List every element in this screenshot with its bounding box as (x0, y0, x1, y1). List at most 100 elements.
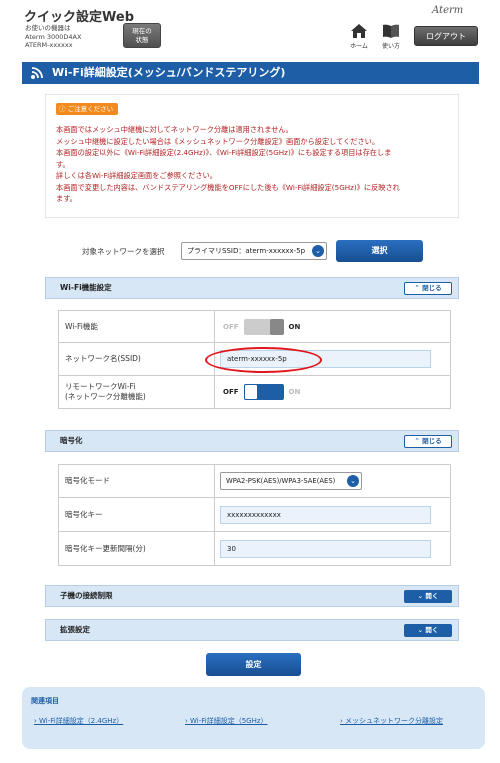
encryption-mode-selected: WPA2-PSK(AES)/WPA3-SAE(AES) (226, 477, 336, 485)
notice-line: 本画面で変更した内容は、バンドステアリング機能をOFFにした後も《Wi-Fi詳細… (56, 182, 400, 192)
warning-icon: ⓘ (59, 105, 66, 113)
advanced-section-header[interactable]: 拡張設定 ⌄ 開く (45, 619, 459, 641)
key-interval-value: 30 (215, 532, 450, 565)
switch-on-label: ON (288, 388, 301, 396)
remote-wifi-row: リモートワークWi-Fi (ネットワーク分離機能) OFF ON (59, 376, 450, 408)
wifi-icon (31, 67, 43, 79)
device-model: Aterm 3000D4AX (25, 32, 82, 41)
apply-button[interactable]: 設定 (206, 653, 301, 676)
related-links-box: 関連項目 › Wi-Fi詳細設定（2.4GHz） › Wi-Fi詳細設定（5GH… (22, 687, 485, 749)
notice-badge: ⓘ ご注意ください (56, 103, 119, 115)
key-interval-label: 暗号化キー更新間隔(分) (59, 532, 215, 565)
wifi-function-label: Wi-Fi機能 (59, 311, 215, 342)
logout-button[interactable]: ログアウト (414, 26, 478, 46)
home-button[interactable]: ホーム (348, 24, 370, 50)
manual-label: 使い方 (381, 43, 400, 50)
encryption-mode-value: WPA2-PSK(AES)/WPA3-SAE(AES) ⌄ (215, 465, 450, 497)
link-mesh-separation[interactable]: › メッシュネットワーク分離設定 (340, 716, 443, 726)
wifi-section-header[interactable]: Wi-Fi機能設定 ⌃ 閉じる (45, 277, 459, 299)
advanced-section-title: 拡張設定 (60, 625, 90, 634)
link-label: Wi-Fi詳細設定（2.4GHz） (39, 717, 124, 725)
encryption-mode-select[interactable]: WPA2-PSK(AES)/WPA3-SAE(AES) ⌄ (220, 472, 362, 490)
remote-wifi-label: リモートワークWi-Fi (ネットワーク分離機能) (59, 376, 215, 408)
collapse-label: 閉じる (422, 437, 442, 445)
switch-knob (243, 384, 258, 400)
network-select-label: 対象ネットワークを選択 (82, 247, 165, 256)
encryption-mode-label: 暗号化モード (59, 465, 215, 497)
key-interval-field[interactable]: 30 (220, 539, 431, 558)
expand-label: 開く (425, 592, 439, 600)
link-label: メッシュネットワーク分離設定 (345, 717, 444, 725)
home-label: ホーム (350, 43, 368, 50)
status-button-line1: 現在の (132, 27, 152, 35)
status-button-line2: 状態 (135, 36, 149, 44)
wifi-function-value: OFF ON (215, 311, 450, 342)
notice-box: ⓘ ご注意ください 本画面ではメッシュ中継機に対してネットワーク分離は適用されま… (45, 94, 459, 218)
encryption-key-label: 暗号化キー (59, 498, 215, 531)
notice-line: ます。 (56, 194, 77, 203)
switch-off-label: OFF (223, 388, 239, 396)
book-icon (383, 24, 399, 38)
app-title: クイック設定Web (24, 10, 134, 25)
expand-label: 開く (425, 626, 439, 634)
home-icon (351, 24, 367, 38)
chevron-up-icon: ⌃ (414, 284, 420, 292)
wifi-function-row: Wi-Fi機能 OFF ON (59, 311, 450, 343)
notice-badge-label: ご注意ください (67, 105, 114, 113)
network-select-value: プライマリSSID：aterm-xxxxxx-5p (187, 247, 306, 255)
collapse-label: 閉じる (422, 284, 442, 292)
notice-line: 本画面の設定以外に《Wi-Fi詳細設定(2.4GHz)》、《Wi-Fi詳細設定(… (56, 148, 392, 157)
chevron-down-icon: ⌄ (417, 592, 424, 600)
child-limit-section-title: 子機の接続制限 (60, 591, 113, 600)
switch-track (243, 318, 284, 335)
remote-wifi-label-line1: リモートワークWi-Fi (65, 382, 136, 391)
encryption-key-value: xxxxxxxxxxxxx (215, 498, 450, 531)
switch-knob (269, 318, 284, 335)
child-limit-section-header[interactable]: 子機の接続制限 ⌄ 開く (45, 585, 459, 607)
remote-wifi-switch[interactable]: OFF ON (223, 384, 300, 400)
page-title-bar: Wi-Fi詳細設定(メッシュ/バンドステアリング) (22, 62, 479, 84)
link-label: Wi-Fi詳細設定（5GHz） (190, 717, 268, 725)
child-limit-expand-button[interactable]: ⌄ 開く (404, 590, 452, 603)
link-wifi-24ghz[interactable]: › Wi-Fi詳細設定（2.4GHz） (34, 716, 123, 726)
notice-text: 本画面ではメッシュ中継機に対してネットワーク分離は適用されません。 メッシュ中継… (56, 124, 456, 205)
encryption-key-row: 暗号化キー xxxxxxxxxxxxx (59, 498, 450, 532)
manual-button[interactable]: 使い方 (378, 24, 404, 50)
link-wifi-5ghz[interactable]: › Wi-Fi詳細設定（5GHz） (185, 716, 268, 726)
encryption-settings-table: 暗号化モード WPA2-PSK(AES)/WPA3-SAE(AES) ⌄ 暗号化… (58, 464, 451, 566)
device-name: ATERM-xxxxxx (25, 41, 73, 49)
switch-off-label: OFF (223, 322, 239, 331)
page-title: Wi-Fi詳細設定(メッシュ/バンドステアリング) (52, 66, 286, 79)
notice-line: す。 (56, 159, 70, 169)
device-info-line: お使いの機器は (25, 24, 71, 32)
notice-line: 詳しくは各Wi-Fi詳細設定画面をご参照ください。 (56, 171, 217, 180)
switch-track (243, 384, 284, 400)
highlight-ellipse (205, 347, 322, 373)
encryption-section-title: 暗号化 (60, 436, 83, 445)
wifi-section-title: Wi-Fi機能設定 (60, 283, 112, 292)
header: クイック設定Web お使いの機器は Aterm 3000D4AX ATERM-x… (0, 0, 500, 58)
encryption-section-header[interactable]: 暗号化 ⌃ 閉じる (45, 430, 459, 452)
network-select[interactable]: プライマリSSID：aterm-xxxxxx-5p ⌄ (181, 242, 327, 260)
remote-wifi-value: OFF ON (215, 376, 450, 408)
wifi-section-collapse-button[interactable]: ⌃ 閉じる (404, 282, 452, 295)
current-status-button[interactable]: 現在の 状態 (123, 23, 161, 48)
chevron-down-icon: ⌄ (312, 245, 324, 257)
notice-line: メッシュ中継機に設定したい場合は《メッシュネットワーク分離設定》画面から設定して… (56, 136, 380, 146)
chevron-down-icon: ⌄ (347, 475, 359, 487)
encryption-mode-row: 暗号化モード WPA2-PSK(AES)/WPA3-SAE(AES) ⌄ (59, 465, 450, 498)
remote-wifi-label-line2: (ネットワーク分離機能) (65, 392, 146, 401)
advanced-expand-button[interactable]: ⌄ 開く (404, 624, 452, 637)
chevron-down-icon: ⌄ (417, 626, 424, 634)
key-interval-row: 暗号化キー更新間隔(分) 30 (59, 532, 450, 565)
encryption-key-field[interactable]: xxxxxxxxxxxxx (220, 505, 431, 524)
chevron-up-icon: ⌃ (414, 437, 420, 445)
wifi-function-switch[interactable]: OFF ON (223, 318, 300, 335)
notice-line: 本画面ではメッシュ中継機に対してネットワーク分離は適用されません。 (56, 125, 293, 134)
brand-logo: Aterm (432, 5, 464, 16)
related-title: 関連項目 (31, 697, 59, 705)
select-network-button[interactable]: 選択 (336, 240, 423, 262)
device-info: お使いの機器は Aterm 3000D4AX ATERM-xxxxxx (25, 24, 81, 50)
ssid-label: ネットワーク名(SSID) (59, 343, 215, 375)
encryption-section-collapse-button[interactable]: ⌃ 閉じる (404, 435, 452, 448)
